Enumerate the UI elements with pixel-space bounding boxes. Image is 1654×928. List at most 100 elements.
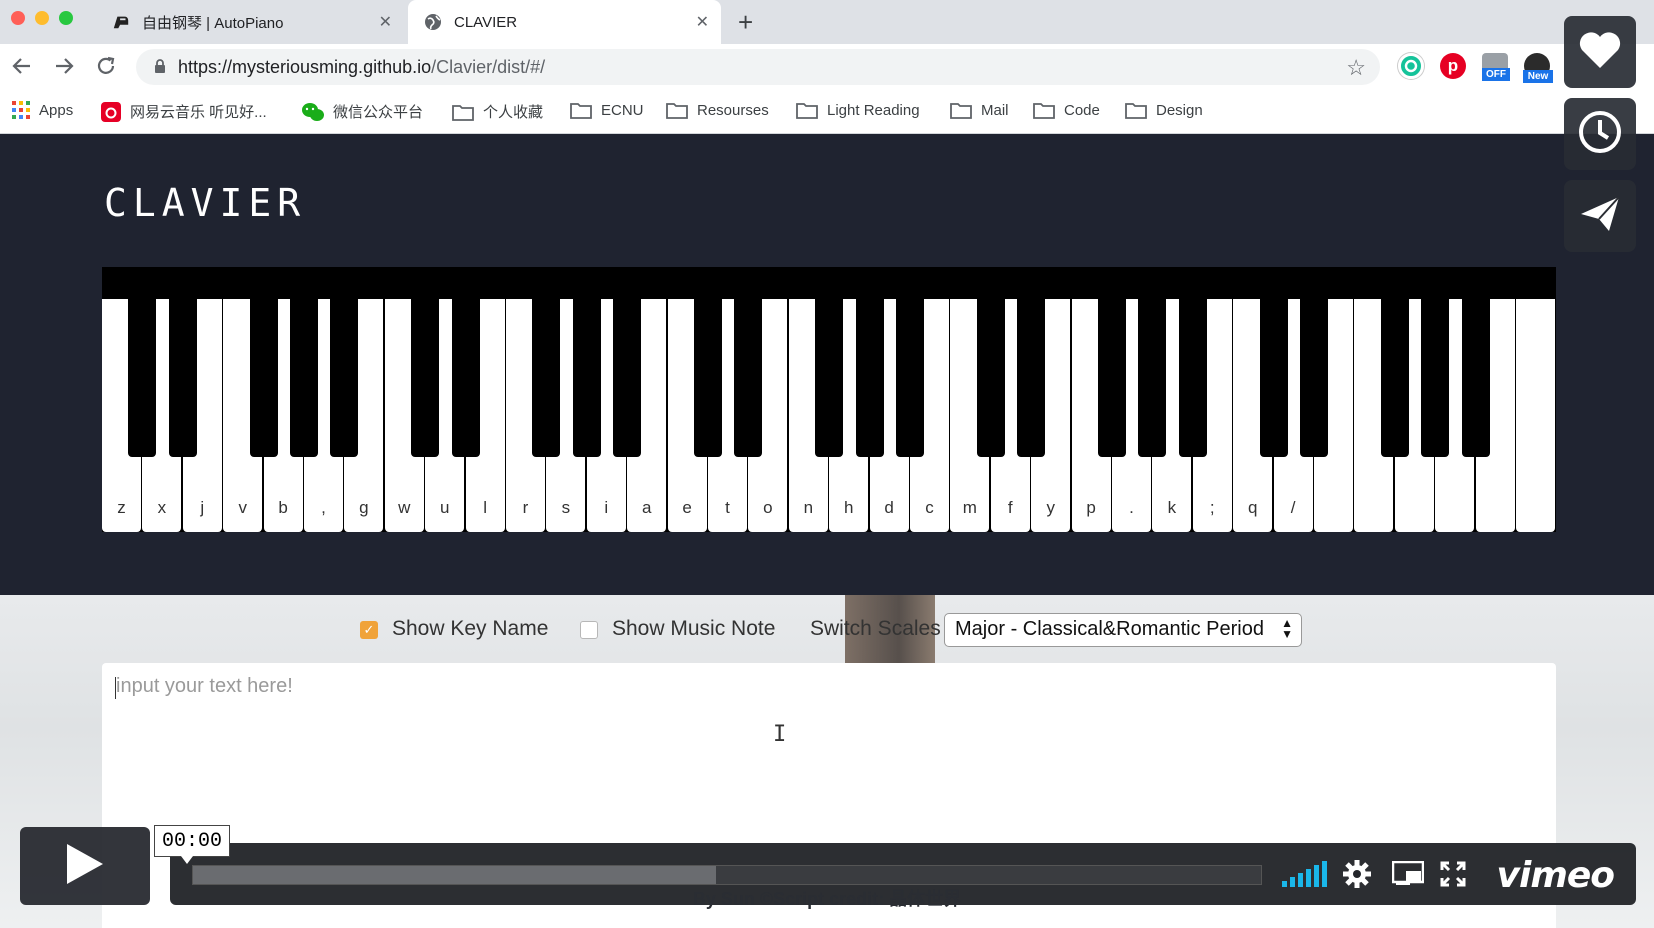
black-key[interactable] xyxy=(896,299,924,457)
key-label: ; xyxy=(1209,498,1215,517)
black-key[interactable] xyxy=(613,299,642,457)
picture-in-picture-icon[interactable] xyxy=(1392,861,1424,887)
folder-icon xyxy=(1033,101,1055,119)
bookmark-label: Apps xyxy=(39,101,74,119)
window-close-button[interactable] xyxy=(11,11,25,25)
window-minimize-button[interactable] xyxy=(35,11,49,25)
bookmark-folder-resourses[interactable]: Resourses xyxy=(666,101,769,119)
black-key[interactable] xyxy=(1017,299,1046,457)
key-label: k xyxy=(1167,498,1177,517)
key-label: v xyxy=(238,498,247,517)
black-key[interactable] xyxy=(855,299,884,457)
black-key[interactable] xyxy=(128,299,157,457)
key-label: . xyxy=(1129,498,1134,517)
black-key[interactable] xyxy=(1421,299,1450,457)
show-key-name-label: Show Key Name xyxy=(392,617,549,640)
wechat-icon xyxy=(302,102,324,122)
black-key[interactable] xyxy=(734,299,763,457)
bookmark-label: 网易云音乐 听见好... xyxy=(130,104,267,121)
key-label: i xyxy=(604,498,609,517)
black-key[interactable] xyxy=(1380,299,1409,457)
grammarly-icon[interactable] xyxy=(1398,53,1424,79)
white-key[interactable] xyxy=(1516,299,1555,532)
watch-later-button[interactable] xyxy=(1564,98,1636,170)
black-key[interactable] xyxy=(451,299,480,457)
black-key[interactable] xyxy=(330,299,359,457)
folder-icon xyxy=(796,101,818,119)
url-path: /Clavier/dist/#/ xyxy=(431,57,546,77)
black-key[interactable] xyxy=(290,299,318,457)
key-label: a xyxy=(641,498,652,517)
scale-select[interactable]: Major - Classical&Romantic Period ▲ ▼ xyxy=(944,613,1302,647)
bookmark-netease-music[interactable]: 网易云音乐 听见好... xyxy=(101,101,267,122)
tab-title: CLAVIER xyxy=(454,13,518,31)
key-label: h xyxy=(843,498,854,517)
switch-scales-label: Switch Scales xyxy=(810,617,941,640)
bookmark-label: Design xyxy=(1156,101,1203,119)
black-key[interactable] xyxy=(411,299,440,457)
apps-grid-icon xyxy=(12,101,30,119)
black-key[interactable] xyxy=(976,299,1005,457)
bookmark-folder-ecnu[interactable]: ECNU xyxy=(570,101,644,119)
black-key[interactable] xyxy=(1461,299,1490,457)
bookmark-label: 个人收藏 xyxy=(483,104,544,121)
reload-icon[interactable] xyxy=(94,55,118,79)
black-key[interactable] xyxy=(168,299,197,457)
window-zoom-button[interactable] xyxy=(59,11,73,25)
tab-clavier[interactable]: CLAVIER ✕ xyxy=(408,0,721,44)
like-button[interactable] xyxy=(1564,16,1636,88)
bookmark-wechat-platform[interactable]: 微信公众平台 xyxy=(302,101,423,122)
bookmark-label: ECNU xyxy=(601,101,644,119)
key-label: / xyxy=(1290,498,1296,517)
bookmark-folder-light-reading[interactable]: Light Reading xyxy=(796,101,920,119)
show-key-name-checkbox[interactable]: ✓ xyxy=(360,621,378,639)
new-extension-icon[interactable]: New xyxy=(1523,53,1553,83)
url-host: https://mysteriousming.github.io xyxy=(178,57,432,77)
key-label: z xyxy=(117,498,126,517)
tab-close-button[interactable]: ✕ xyxy=(696,12,709,32)
tab-autopiano[interactable]: 自由钢琴 | AutoPiano ✕ xyxy=(104,0,404,44)
black-key[interactable] xyxy=(694,299,722,457)
black-key[interactable] xyxy=(815,299,844,457)
tab-close-button[interactable]: ✕ xyxy=(379,12,392,32)
black-key[interactable] xyxy=(1259,299,1288,457)
new-tab-button[interactable]: + xyxy=(738,7,753,38)
pinterest-icon[interactable]: p xyxy=(1440,53,1466,79)
progress-loaded xyxy=(193,866,717,884)
new-badge: New xyxy=(1523,70,1553,83)
bookmark-folder-design[interactable]: Design xyxy=(1125,101,1203,119)
black-key[interactable] xyxy=(249,299,278,457)
share-button[interactable] xyxy=(1564,180,1636,252)
black-key[interactable] xyxy=(1098,299,1126,457)
address-bar[interactable]: https://mysteriousming.github.io/Clavier… xyxy=(136,49,1380,85)
black-key[interactable] xyxy=(572,299,601,457)
bookmark-folder-mail[interactable]: Mail xyxy=(950,101,1009,119)
back-icon[interactable] xyxy=(10,55,34,79)
app-logo: CLAVIER xyxy=(104,181,307,225)
key-label: f xyxy=(1007,498,1013,517)
off-extension-icon[interactable]: OFF xyxy=(1482,53,1510,81)
bookmark-folder-code[interactable]: Code xyxy=(1033,101,1100,119)
options-row: ✓ Show Key Name Show Music Note Switch S… xyxy=(0,613,1654,649)
play-icon xyxy=(65,842,105,891)
progress-bar[interactable] xyxy=(192,865,1262,885)
key-label: w xyxy=(398,498,411,517)
black-key[interactable] xyxy=(1178,299,1207,457)
scale-select-value: Major - Classical&Romantic Period xyxy=(955,618,1264,640)
lock-icon xyxy=(154,59,166,79)
bookmark-folder-personal[interactable]: 个人收藏 xyxy=(452,101,543,122)
bookmark-apps[interactable]: Apps xyxy=(12,101,73,119)
key-label: b xyxy=(278,498,288,517)
fullscreen-icon[interactable] xyxy=(1440,861,1466,887)
bookmark-star-icon[interactable]: ☆ xyxy=(1346,55,1366,81)
off-badge: OFF xyxy=(1482,68,1510,81)
key-label: l xyxy=(483,498,487,517)
black-key[interactable] xyxy=(532,299,561,457)
bookmark-label: Resourses xyxy=(697,101,769,119)
black-key[interactable] xyxy=(1300,299,1328,457)
timecode-tooltip: 00:00 xyxy=(154,825,230,864)
volume-icon[interactable] xyxy=(1282,861,1330,887)
show-music-note-checkbox[interactable] xyxy=(580,621,598,639)
forward-icon[interactable] xyxy=(52,55,76,79)
black-key[interactable] xyxy=(1138,299,1167,457)
